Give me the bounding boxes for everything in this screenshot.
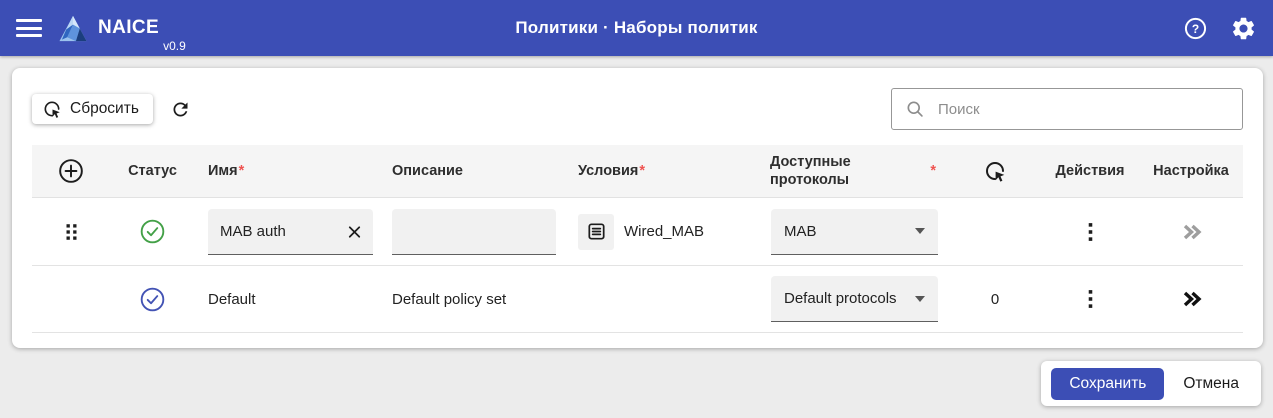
footer-action-bar: Сохранить Отмена xyxy=(1041,361,1261,406)
chevron-down-icon xyxy=(915,228,925,234)
cancel-button[interactable]: Отмена xyxy=(1167,375,1255,393)
check-circle-green-icon xyxy=(140,219,165,244)
drag-handle-icon[interactable] xyxy=(63,222,80,242)
page-title: Политики · Наборы политик xyxy=(515,18,757,38)
column-header-conditions: Условия* xyxy=(565,163,755,179)
add-policy-button[interactable] xyxy=(58,158,84,184)
table-row: Default Default policy set Default proto… xyxy=(32,266,1243,333)
open-policy-button[interactable] xyxy=(1180,288,1203,310)
row-actions-menu[interactable] xyxy=(1087,222,1094,242)
required-marker: * xyxy=(639,163,645,179)
row-actions-menu[interactable] xyxy=(1087,289,1094,309)
gear-icon xyxy=(1230,15,1257,42)
double-chevron-icon xyxy=(1180,288,1203,310)
search-icon xyxy=(905,99,925,119)
double-chevron-icon xyxy=(1180,221,1203,243)
settings-button[interactable] xyxy=(1230,15,1257,42)
column-header-name: Имя* xyxy=(195,163,385,179)
reset-hits-button[interactable]: Сбросить xyxy=(32,94,153,124)
column-header-description: Описание xyxy=(385,163,565,179)
column-header-settings: Настройка xyxy=(1140,163,1242,179)
condition-picker-button[interactable] xyxy=(578,214,614,250)
protocols-selected-value: MAB xyxy=(784,223,817,240)
policy-description-input[interactable] xyxy=(392,209,556,255)
table-header-row: Статус Имя* Описание Условия* Доступные … xyxy=(32,145,1243,198)
close-icon xyxy=(345,222,364,241)
protocols-select[interactable]: Default protocols xyxy=(771,276,938,322)
column-header-protocols: Доступные протоколы* xyxy=(755,153,950,189)
app-logo-icon xyxy=(57,14,89,43)
column-header-hits xyxy=(950,159,1040,183)
toolbar: Сбросить xyxy=(32,68,1243,130)
table-row: Wired_MAB MAB xyxy=(32,198,1243,266)
status-toggle[interactable] xyxy=(140,287,165,312)
column-header-status: Статус xyxy=(110,163,195,179)
policy-name-text: Default xyxy=(208,291,256,308)
brand-version: v0.9 xyxy=(163,39,186,56)
protocols-selected-value: Default protocols xyxy=(784,290,897,307)
hits-value: 0 xyxy=(991,291,999,308)
reset-label: Сбросить xyxy=(70,100,139,118)
refresh-icon xyxy=(170,99,191,120)
kebab-icon xyxy=(1087,222,1094,242)
policy-description-text: Default policy set xyxy=(392,291,506,308)
save-button[interactable]: Сохранить xyxy=(1051,368,1164,400)
refresh-button[interactable] xyxy=(170,99,191,120)
content-card: Сбросить Статус xyxy=(12,68,1263,348)
status-toggle[interactable] xyxy=(140,219,165,244)
click-target-icon xyxy=(42,99,62,119)
svg-text:?: ? xyxy=(1192,21,1199,35)
required-marker: * xyxy=(930,163,936,179)
click-target-icon xyxy=(983,159,1007,183)
kebab-icon xyxy=(1087,289,1094,309)
open-policy-button[interactable] xyxy=(1180,221,1203,243)
required-marker: * xyxy=(239,163,245,179)
condition-label: Wired_MAB xyxy=(624,223,704,240)
help-button[interactable]: ? xyxy=(1183,16,1208,41)
search-box xyxy=(891,88,1243,130)
search-input[interactable] xyxy=(936,100,1229,119)
list-lines-icon xyxy=(585,220,608,243)
column-header-actions: Действия xyxy=(1040,163,1140,179)
protocols-select[interactable]: MAB xyxy=(771,209,938,255)
chevron-down-icon xyxy=(915,296,925,302)
clear-name-button[interactable] xyxy=(343,220,366,243)
check-circle-blue-icon xyxy=(140,287,165,312)
app-bar: NAICE v0.9 Политики · Наборы политик ? xyxy=(0,0,1273,56)
menu-icon[interactable] xyxy=(16,18,42,38)
plus-circle-icon xyxy=(58,158,84,184)
help-icon: ? xyxy=(1183,16,1208,41)
brand-name: NAICE xyxy=(98,17,159,39)
